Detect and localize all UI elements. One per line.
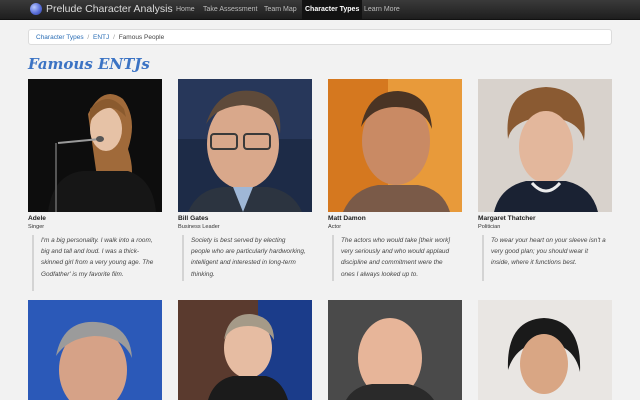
nav-home[interactable]: Home — [173, 0, 198, 19]
matt-damon-photo[interactable] — [328, 79, 462, 212]
person-name: Margaret Thatcher — [478, 215, 536, 222]
person-quote: I'm a big personality. I walk into a roo… — [32, 235, 156, 291]
person-name: Adele — [28, 215, 46, 222]
person-quote: To wear your heart on your sleeve isn't … — [482, 235, 606, 281]
breadcrumb-separator: / — [113, 34, 115, 41]
person-quote: Society is best served by electing peopl… — [182, 235, 306, 281]
navbar: Prelude Character Analysis Home Take Ass… — [0, 0, 640, 20]
brand-logo-icon[interactable] — [30, 3, 42, 15]
breadcrumb: Character Types / ENTJ / Famous People — [28, 29, 612, 45]
person-role: Singer — [28, 224, 45, 230]
page-title: Famous ENTJs — [28, 55, 150, 73]
adele-photo[interactable] — [28, 79, 162, 212]
breadcrumb-character-types[interactable]: Character Types — [36, 34, 84, 41]
person-role: Politician — [478, 224, 501, 230]
nav-learn-more[interactable]: Learn More — [361, 0, 403, 19]
person-role: Business Leader — [178, 224, 220, 230]
person-name: Bill Gates — [178, 215, 209, 222]
person-photo-row2-4[interactable] — [478, 300, 612, 400]
person-role: Actor — [328, 224, 342, 230]
breadcrumb-entj[interactable]: ENTJ — [93, 34, 109, 41]
brand-name[interactable]: Prelude Character Analysis — [46, 3, 173, 16]
margaret-thatcher-photo[interactable] — [478, 79, 612, 212]
person-photo-row2-2[interactable] — [178, 300, 312, 400]
nav-take-assessment[interactable]: Take Assessment — [200, 0, 260, 19]
person-photo-row2-3[interactable] — [328, 300, 462, 400]
breadcrumb-current: Famous People — [118, 34, 165, 41]
person-quote: The actors who would take [their work] v… — [332, 235, 456, 281]
nav-character-types[interactable]: Character Types — [302, 0, 363, 19]
person-photo-row2-1[interactable] — [28, 300, 162, 400]
person-name: Matt Damon — [328, 215, 366, 222]
nav-team-map[interactable]: Team Map — [261, 0, 300, 19]
bill-gates-photo[interactable] — [178, 79, 312, 212]
breadcrumb-separator: / — [87, 34, 90, 41]
